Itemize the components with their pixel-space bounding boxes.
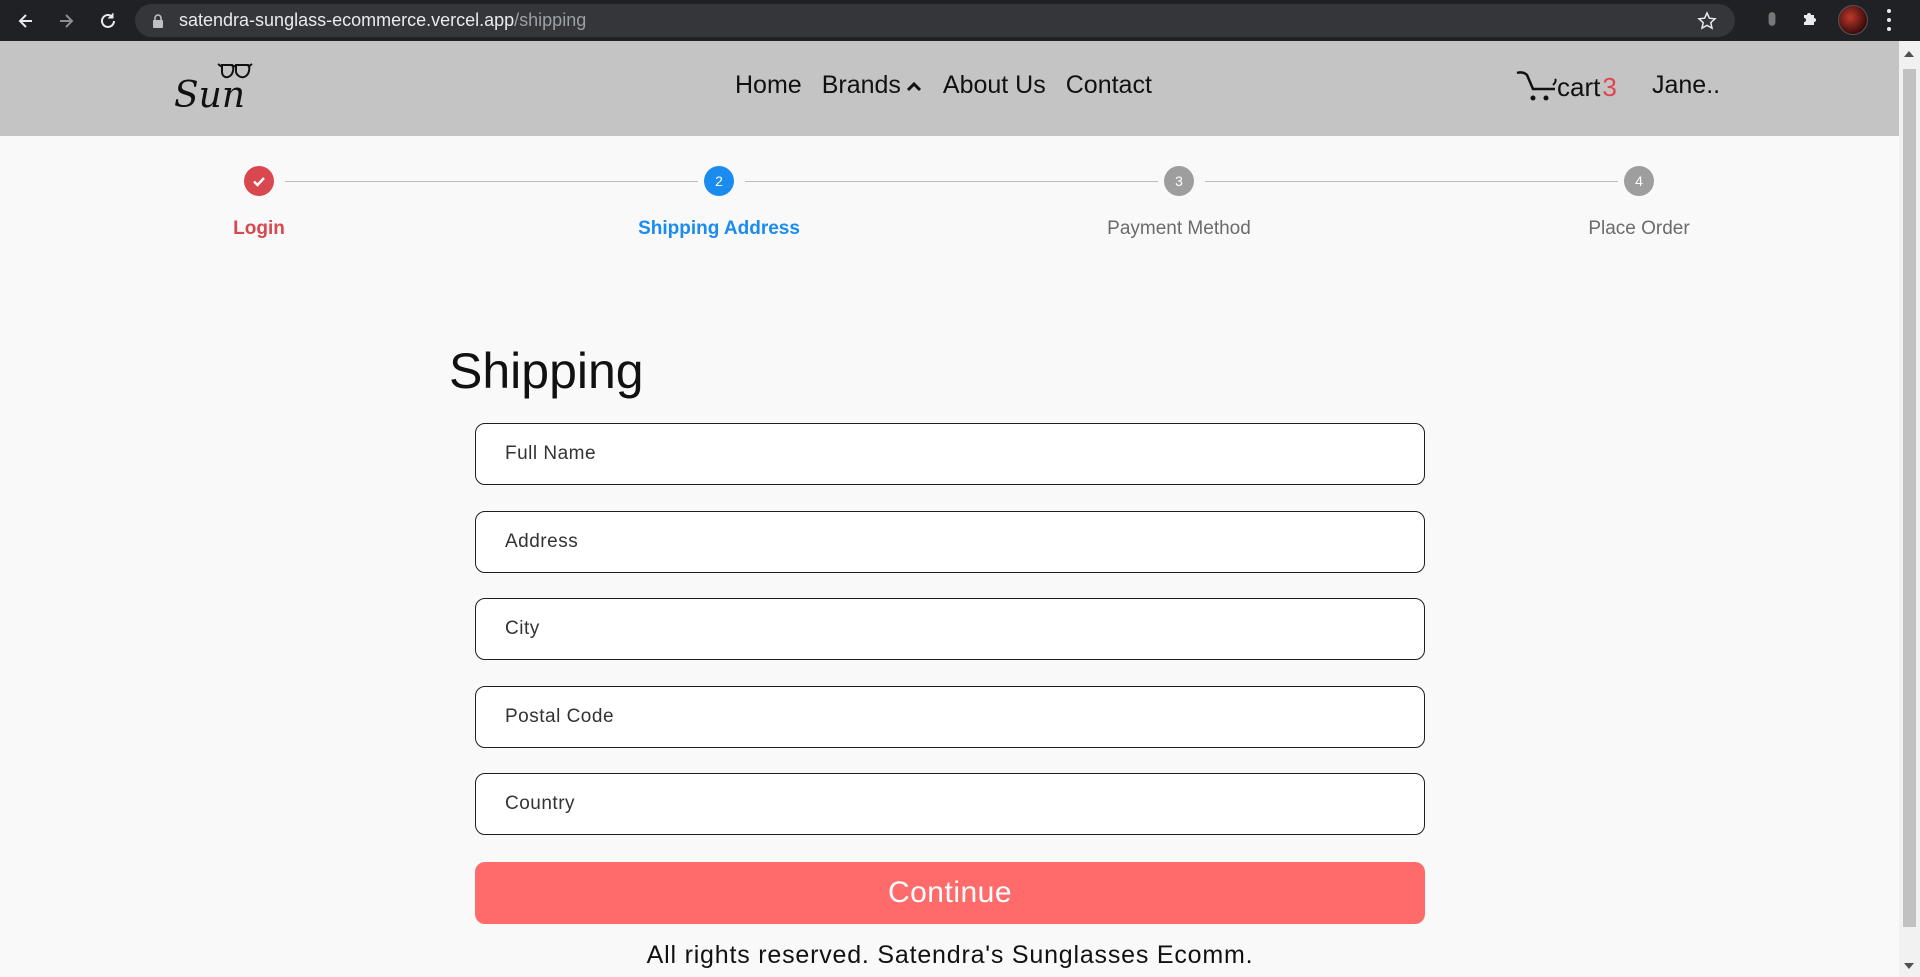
- bookmark-star-icon[interactable]: [1697, 11, 1717, 31]
- postal-code-input[interactable]: [475, 686, 1425, 748]
- arrow-right-icon: [60, 13, 74, 28]
- scroll-thumb[interactable]: [1903, 69, 1916, 927]
- step-shipping-circle: 2: [704, 166, 734, 196]
- main-nav: Home Brands About Us Contact: [735, 71, 1152, 100]
- nav-about-us[interactable]: About Us: [943, 71, 1046, 100]
- lock-icon: [153, 13, 163, 28]
- scroll-up-arrow-icon[interactable]: [1904, 51, 1914, 57]
- page-scrollbar[interactable]: [1899, 41, 1920, 977]
- cart-icon: [1516, 71, 1557, 101]
- step-place-order-circle: 4: [1624, 166, 1654, 196]
- step-login-label: Login: [233, 218, 285, 239]
- reload-button[interactable]: [88, 0, 128, 41]
- site-logo[interactable]: Sun: [170, 55, 280, 116]
- cart-label: cart: [1557, 72, 1601, 102]
- full-name-input[interactable]: [475, 423, 1425, 485]
- step-connector: [1205, 181, 1618, 182]
- cart-link[interactable]: cart 3: [1515, 69, 1617, 103]
- nav-brands[interactable]: Brands: [822, 71, 923, 100]
- reload-icon: [101, 12, 115, 28]
- continue-button[interactable]: Continue: [475, 862, 1425, 924]
- step-payment-circle: 3: [1164, 166, 1194, 196]
- nav-home[interactable]: Home: [735, 71, 802, 100]
- checkout-stepper: 2 3 4 Login Shipping Address Payment Met…: [0, 136, 1899, 256]
- browser-toolbar: satendra-sunglass-ecommerce.vercel.app/s…: [0, 0, 1920, 41]
- puzzle-icon[interactable]: [1799, 8, 1821, 30]
- scroll-down-arrow-icon[interactable]: [1904, 963, 1914, 969]
- country-input[interactable]: [475, 773, 1425, 835]
- cart-count-badge: 3: [1602, 72, 1617, 102]
- page-title: Shipping: [449, 343, 644, 399]
- forward-button[interactable]: [46, 0, 86, 41]
- logo-text: Sun: [174, 75, 245, 115]
- profile-avatar[interactable]: [1838, 5, 1868, 35]
- chevron-up-icon: [906, 81, 921, 91]
- nav-brands-label: Brands: [821, 71, 901, 99]
- step-connector: [745, 181, 1158, 182]
- extension-icon[interactable]: [1761, 8, 1783, 30]
- arrow-left-icon: [18, 13, 32, 28]
- city-input[interactable]: [475, 598, 1425, 660]
- check-icon: [253, 177, 265, 187]
- user-menu[interactable]: Jane..: [1652, 71, 1720, 100]
- nav-contact[interactable]: Contact: [1066, 71, 1152, 100]
- address-bar[interactable]: satendra-sunglass-ecommerce.vercel.app/s…: [135, 4, 1735, 37]
- step-shipping-label: Shipping Address: [638, 218, 800, 239]
- step-login-circle: [244, 166, 274, 196]
- address-input[interactable]: [475, 511, 1425, 573]
- url-path: /shipping: [514, 10, 587, 30]
- step-place-order-label: Place Order: [1588, 218, 1690, 239]
- browser-menu-icon[interactable]: [1886, 9, 1892, 31]
- step-connector: [285, 181, 698, 182]
- site-header: Sun Home Brands About Us Contact cart 3 …: [0, 41, 1899, 136]
- sunglasses-logo-icon: Sun: [174, 63, 253, 116]
- url-host: satendra-sunglass-ecommerce.vercel.app: [179, 10, 515, 30]
- back-button[interactable]: [6, 0, 46, 41]
- step-payment-label: Payment Method: [1107, 218, 1251, 239]
- footer-copyright: All rights reserved. Satendra's Sunglass…: [646, 941, 1254, 969]
